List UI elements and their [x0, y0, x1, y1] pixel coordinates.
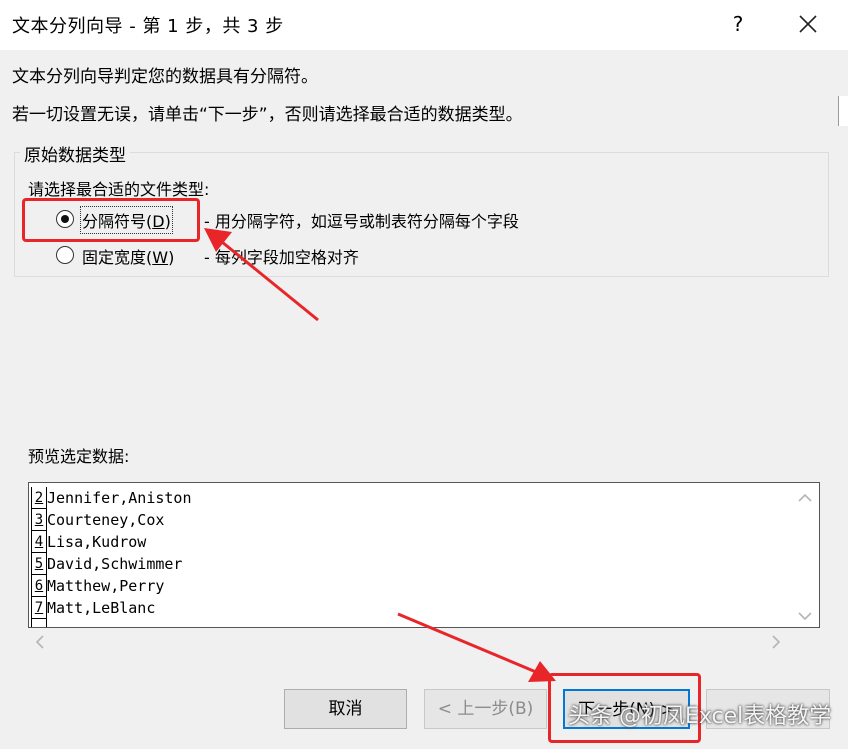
- scroll-down-button[interactable]: [795, 606, 815, 626]
- preview-line-number: 3: [31, 509, 47, 531]
- help-button[interactable]: ?: [726, 10, 750, 38]
- preview-line-number: 7: [31, 597, 47, 619]
- watermark-text: 头条 @初凤Excel表格教学: [568, 704, 832, 729]
- preview-label: 预览选定数据:: [28, 447, 130, 466]
- chevron-right-icon: [772, 635, 781, 649]
- chevron-left-icon: [35, 635, 44, 649]
- preview-row-text: Matt,LeBlanc: [47, 599, 156, 617]
- chevron-up-icon: [798, 493, 812, 502]
- preview-line-number: 4: [31, 531, 47, 553]
- file-type-prompt: 请选择最合适的文件类型:: [28, 180, 210, 199]
- delimited-hint: - 用分隔字符，如逗号或制表符分隔每个字段: [204, 212, 519, 231]
- preview-row: 3 Courteney,Cox: [29, 509, 789, 531]
- wizard-instruction: 若一切设置无误，请单击“下一步”，否则请选择最合适的数据类型。: [12, 105, 523, 125]
- chevron-down-icon: [798, 612, 812, 621]
- preview-row: 2 Jennifer,Aniston: [29, 487, 789, 509]
- dialog-title: 文本分列向导 - 第 1 步，共 3 步: [12, 16, 284, 37]
- fixed-width-hint: - 每列字段加空格对齐: [204, 248, 359, 267]
- preview-row-text: David,Schwimmer: [47, 555, 183, 573]
- preview-row: 4 Lisa,Kudrow: [29, 531, 789, 553]
- background-window-edge: [838, 96, 848, 126]
- scroll-up-button[interactable]: [795, 488, 815, 508]
- fixed-width-label[interactable]: 固定宽度(W): [82, 244, 174, 268]
- wizard-description: 文本分列向导判定您的数据具有分隔符。: [12, 67, 318, 87]
- preview-row: 6 Matthew,Perry: [29, 575, 789, 597]
- preview-row: 7 Matt,LeBlanc: [29, 597, 789, 619]
- cancel-button[interactable]: 取消: [284, 689, 407, 729]
- annotation-box-delimited: [22, 198, 200, 242]
- preview-row-text: Courteney,Cox: [47, 511, 165, 529]
- preview-row-text: Lisa,Kudrow: [47, 533, 147, 551]
- radio-fixed-width[interactable]: [56, 246, 74, 264]
- data-preview-pane[interactable]: 2 Jennifer,Aniston 3 Courteney,Cox 4 Lis…: [28, 482, 820, 628]
- title-bar: 文本分列向导 - 第 1 步，共 3 步 ?: [0, 0, 848, 50]
- scroll-left-button[interactable]: [30, 632, 50, 652]
- data-type-legend: 原始数据类型: [20, 141, 130, 166]
- preview-row-text: Matthew,Perry: [47, 577, 165, 595]
- preview-line-number: 2: [31, 487, 47, 509]
- close-button[interactable]: [792, 8, 824, 40]
- preview-line-number: 5: [31, 553, 47, 575]
- preview-line-number-empty: [31, 619, 47, 627]
- close-icon: [799, 15, 817, 33]
- preview-row-text: Jennifer,Aniston: [47, 489, 192, 507]
- preview-line-number: 6: [31, 575, 47, 597]
- back-button[interactable]: < 上一步(B): [424, 689, 547, 729]
- preview-row: 5 David,Schwimmer: [29, 553, 789, 575]
- scroll-right-button[interactable]: [766, 632, 786, 652]
- preview-row-empty: [29, 619, 789, 627]
